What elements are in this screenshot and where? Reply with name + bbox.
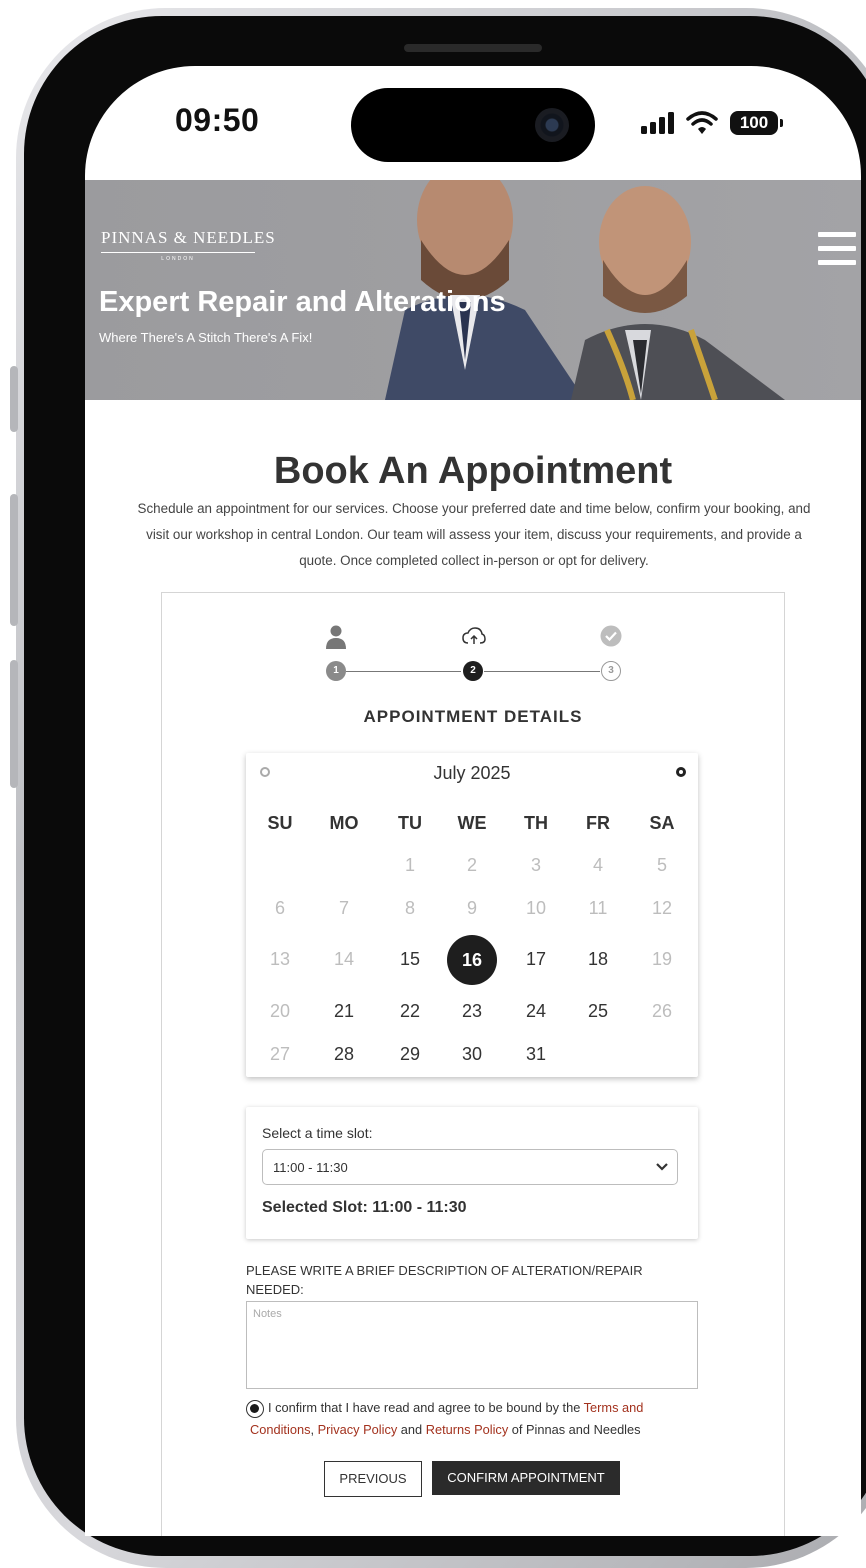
- time-slot-value: 11:00 - 11:30: [273, 1160, 348, 1175]
- page-title: Book An Appointment: [273, 450, 673, 492]
- calendar-day: 2: [466, 855, 477, 875]
- calendar-day-selected[interactable]: 16: [447, 935, 497, 985]
- check-circle-icon: [600, 625, 622, 647]
- user-icon: [326, 625, 346, 649]
- step-2-indicator: 2: [463, 661, 483, 681]
- notes-textarea[interactable]: Notes: [246, 1301, 698, 1389]
- consent-separator: ,: [310, 1422, 318, 1437]
- cellular-signal-icon: [641, 112, 674, 134]
- weekday-header: WE: [457, 813, 487, 833]
- section-heading: APPOINTMENT DETAILS: [363, 707, 583, 726]
- calendar-day[interactable]: 24: [506, 1001, 566, 1022]
- status-icons: 100: [641, 108, 783, 138]
- calendar-day[interactable]: 15: [380, 949, 440, 970]
- notes-label: PLEASE WRITE A BRIEF DESCRIPTION OF ALTE…: [246, 1263, 643, 1297]
- action-button: [10, 366, 18, 432]
- calendar-grid: SU MO TU WE TH FR SA 1 2 3 4 5 6 7 8 9 10 11 12 13 14 15 16 17 1…: [246, 753, 698, 1077]
- calendar-day: 6: [274, 898, 285, 918]
- calendar-day[interactable]: 18: [568, 949, 628, 970]
- calendar-day: 14: [333, 949, 355, 969]
- returns-policy-link[interactable]: Returns Policy: [426, 1422, 509, 1437]
- calendar-day: 20: [269, 1001, 291, 1021]
- calendar-day: 13: [269, 949, 291, 969]
- calendar-day: 10: [525, 898, 547, 918]
- volume-up-button: [10, 494, 18, 626]
- logo-text: PINNAS & NEEDLES: [101, 228, 276, 247]
- calendar-day: 26: [651, 1001, 673, 1021]
- hero-subtitle: Where There's A Stitch There's A Fix!: [99, 330, 313, 345]
- time-slot-panel: Select a time slot: 11:00 - 11:30 Select…: [246, 1107, 698, 1239]
- calendar-day: 3: [530, 855, 541, 875]
- calendar-day[interactable]: 21: [314, 1001, 374, 1022]
- weekday-header: SA: [649, 813, 675, 833]
- volume-down-button: [10, 660, 18, 788]
- calendar-day[interactable]: 30: [442, 1044, 502, 1065]
- logo-divider: [101, 252, 255, 253]
- consent-row: I confirm that I have read and agree to …: [246, 1397, 710, 1441]
- previous-button[interactable]: PREVIOUS: [324, 1461, 422, 1497]
- wifi-icon: [686, 111, 718, 135]
- calendar-day[interactable]: 31: [506, 1044, 566, 1065]
- privacy-policy-link[interactable]: Privacy Policy: [318, 1422, 398, 1437]
- calendar-day: 7: [338, 898, 349, 918]
- weekday-header: TU: [398, 813, 422, 833]
- consent-text: I confirm that I have read and agree to …: [268, 1400, 584, 1415]
- step-connector: [484, 671, 600, 672]
- cloud-upload-icon: [462, 627, 486, 644]
- hero-banner: PINNAS & NEEDLES LONDON Expert Repair an…: [85, 180, 861, 400]
- consent-radio[interactable]: [246, 1399, 264, 1418]
- calendar-day[interactable]: 25: [568, 1001, 628, 1022]
- step-1-indicator: 1: [326, 661, 346, 681]
- calendar-day: 1: [404, 855, 415, 875]
- phone-bezel: 09:50 100 PINNAS & NEEDLES LONDON Expert…: [24, 16, 866, 1556]
- calendar-day: 11: [588, 898, 608, 918]
- calendar-day[interactable]: 28: [314, 1044, 374, 1065]
- weekday-header: TH: [524, 813, 548, 833]
- hero-title: Expert Repair and Alterations: [99, 286, 506, 318]
- time-slot-select[interactable]: 11:00 - 11:30: [262, 1149, 678, 1185]
- brand-logo[interactable]: PINNAS & NEEDLES LONDON: [101, 228, 276, 262]
- intro-text: Schedule an appointment for our services…: [137, 501, 811, 568]
- time-slot-label: Select a time slot:: [262, 1125, 373, 1141]
- logo-subtext: LONDON: [161, 256, 195, 262]
- weekday-header: MO: [329, 813, 359, 833]
- date-picker: July 2025 SU MO TU WE TH FR SA 1 2 3 4 5 6 7 8 9 10 11 12 1…: [246, 753, 698, 1077]
- calendar-day: 27: [269, 1044, 291, 1064]
- earpiece-speaker: [404, 44, 542, 52]
- step-3-indicator: 3: [601, 661, 621, 681]
- calendar-day: 19: [651, 949, 673, 969]
- calendar-day: 4: [592, 855, 603, 875]
- calendar-day[interactable]: 29: [380, 1044, 440, 1065]
- phone-screen: 09:50 100 PINNAS & NEEDLES LONDON Expert…: [85, 66, 861, 1536]
- status-time: 09:50: [175, 102, 260, 138]
- step-connector: [346, 671, 461, 672]
- consent-text-end: of Pinnas and Needles: [508, 1422, 641, 1437]
- calendar-day[interactable]: 17: [506, 949, 566, 970]
- hamburger-menu-icon[interactable]: [818, 232, 856, 266]
- battery-icon: 100: [730, 111, 783, 135]
- calendar-day: 5: [656, 855, 667, 875]
- calendar-day[interactable]: 23: [442, 1001, 502, 1022]
- weekday-header: SU: [267, 813, 293, 833]
- calendar-day: 8: [404, 898, 415, 918]
- calendar-day: 9: [466, 898, 477, 918]
- weekday-header: FR: [586, 813, 610, 833]
- dynamic-island: [351, 88, 595, 162]
- calendar-day: 12: [651, 898, 673, 918]
- confirm-appointment-button[interactable]: CONFIRM APPOINTMENT: [432, 1461, 620, 1495]
- consent-separator: and: [397, 1422, 426, 1437]
- front-camera: [535, 108, 569, 142]
- booking-form: 1 2 3 APPOINTMENT DETAILS July 2025 SU MO…: [161, 592, 785, 1536]
- selected-slot-text: Selected Slot: 11:00 - 11:30: [262, 1199, 467, 1216]
- chevron-down-icon: [656, 1163, 668, 1171]
- calendar-day[interactable]: 22: [380, 1001, 440, 1022]
